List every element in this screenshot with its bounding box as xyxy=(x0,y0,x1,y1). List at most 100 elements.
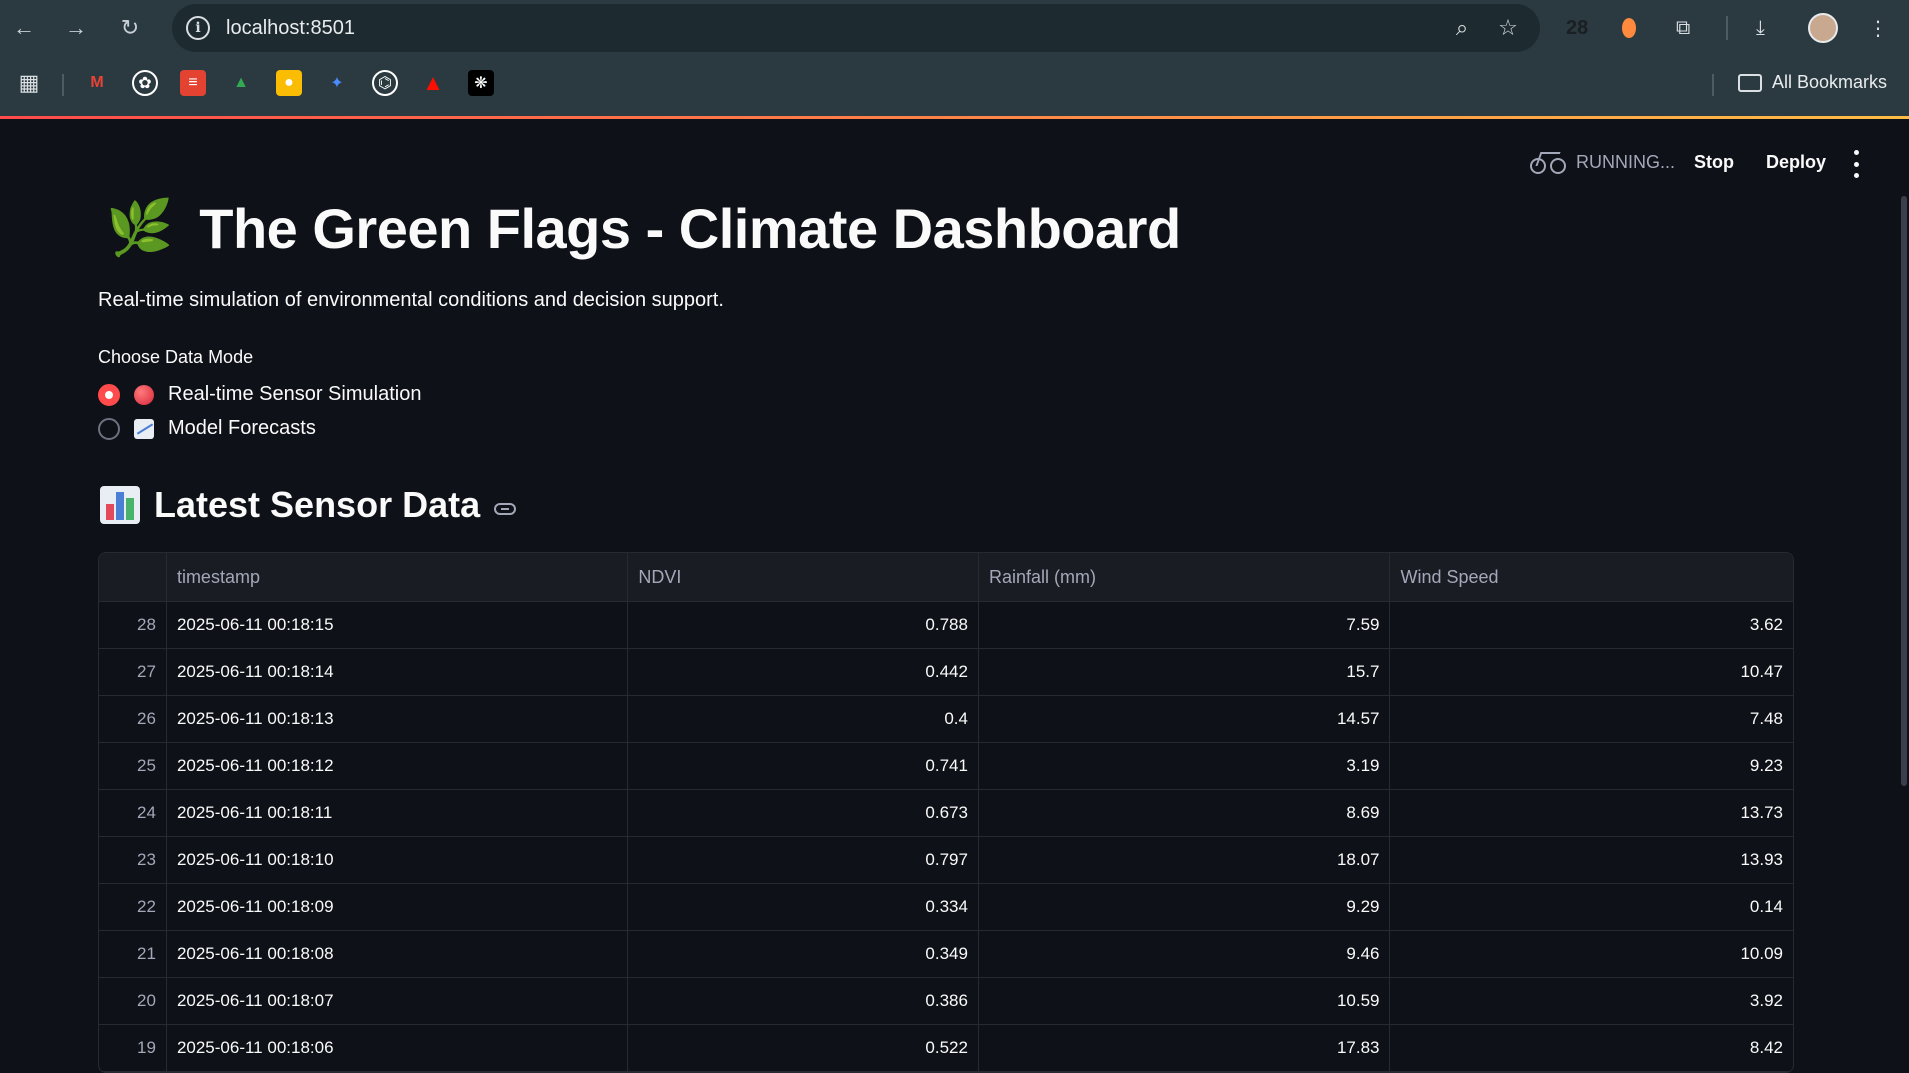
main-menu-icon[interactable] xyxy=(1852,150,1860,178)
row-index[interactable]: 21 xyxy=(99,931,167,977)
table-row[interactable]: 25 2025-06-11 00:18:12 0.741 3.19 9.23 xyxy=(99,743,1793,790)
row-index[interactable]: 22 xyxy=(99,884,167,930)
row-index[interactable]: 24 xyxy=(99,790,167,836)
site-info-icon[interactable]: i xyxy=(186,16,210,40)
table-row[interactable]: 28 2025-06-11 00:18:15 0.788 7.59 3.62 xyxy=(99,602,1793,649)
address-url[interactable]: localhost:8501 xyxy=(226,17,355,40)
column-header-wind-speed[interactable]: Wind Speed xyxy=(1390,553,1793,601)
cell-wind-speed[interactable]: 0.14 xyxy=(1390,884,1793,930)
table-row[interactable]: 26 2025-06-11 00:18:13 0.4 14.57 7.48 xyxy=(99,696,1793,743)
table-row[interactable]: 27 2025-06-11 00:18:14 0.442 15.7 10.47 xyxy=(99,649,1793,696)
cell-wind-speed[interactable]: 8.42 xyxy=(1390,1025,1793,1071)
adobe-icon[interactable]: ▲ xyxy=(420,70,446,96)
cell-ndvi[interactable]: 0.349 xyxy=(628,931,979,977)
cell-ndvi[interactable]: 0.386 xyxy=(628,978,979,1024)
browser-menu-icon[interactable]: ⋮ xyxy=(1868,14,1888,42)
row-index[interactable]: 20 xyxy=(99,978,167,1024)
cell-wind-speed[interactable]: 13.73 xyxy=(1390,790,1793,836)
cell-ndvi[interactable]: 0.522 xyxy=(628,1025,979,1071)
row-index[interactable]: 28 xyxy=(99,602,167,648)
profile-avatar[interactable] xyxy=(1808,13,1838,43)
cell-ndvi[interactable]: 0.673 xyxy=(628,790,979,836)
cell-timestamp[interactable]: 2025-06-11 00:18:08 xyxy=(167,931,629,977)
cell-rainfall[interactable]: 15.7 xyxy=(979,649,1391,695)
cell-ndvi[interactable]: 0.788 xyxy=(628,602,979,648)
radio-button[interactable] xyxy=(98,417,120,440)
radio-button-selected[interactable] xyxy=(98,383,120,406)
cell-wind-speed[interactable]: 10.09 xyxy=(1390,931,1793,977)
cell-wind-speed[interactable]: 3.92 xyxy=(1390,978,1793,1024)
cell-ndvi[interactable]: 0.741 xyxy=(628,743,979,789)
table-row[interactable]: 23 2025-06-11 00:18:10 0.797 18.07 13.93 xyxy=(99,837,1793,884)
cell-rainfall[interactable]: 9.29 xyxy=(979,884,1391,930)
cell-ndvi[interactable]: 0.334 xyxy=(628,884,979,930)
cell-wind-speed[interactable]: 7.48 xyxy=(1390,696,1793,742)
cell-timestamp[interactable]: 2025-06-11 00:18:10 xyxy=(167,837,629,883)
extension-flame-icon[interactable] xyxy=(1622,14,1636,42)
table-row[interactable]: 20 2025-06-11 00:18:07 0.386 10.59 3.92 xyxy=(99,978,1793,1025)
radio-option-forecasts[interactable]: Model Forecasts xyxy=(98,417,316,440)
gemini-icon[interactable]: ✦ xyxy=(324,70,350,96)
google-drive-icon[interactable]: ▲ xyxy=(228,70,254,96)
cell-rainfall[interactable]: 10.59 xyxy=(979,978,1391,1024)
column-header-timestamp[interactable]: timestamp xyxy=(167,553,629,601)
cell-rainfall[interactable]: 14.57 xyxy=(979,696,1391,742)
download-icon[interactable]: ⤓ xyxy=(1756,14,1765,42)
cell-ndvi[interactable]: 0.797 xyxy=(628,837,979,883)
row-index[interactable]: 19 xyxy=(99,1025,167,1071)
column-header-ndvi[interactable]: NDVI xyxy=(628,553,979,601)
cell-timestamp[interactable]: 2025-06-11 00:18:12 xyxy=(167,743,629,789)
cell-rainfall[interactable]: 3.19 xyxy=(979,743,1391,789)
cell-ndvi[interactable]: 0.442 xyxy=(628,649,979,695)
table-row[interactable]: 24 2025-06-11 00:18:11 0.673 8.69 13.73 xyxy=(99,790,1793,837)
table-row[interactable]: 19 2025-06-11 00:18:06 0.522 17.83 8.42 xyxy=(99,1025,1793,1072)
column-header-index[interactable] xyxy=(99,553,167,601)
row-index[interactable]: 25 xyxy=(99,743,167,789)
anchor-link-icon[interactable] xyxy=(494,503,517,515)
deploy-button[interactable]: Deploy xyxy=(1766,152,1826,173)
extensions-puzzle-icon[interactable]: ⧉ xyxy=(1676,14,1690,42)
all-bookmarks[interactable]: All Bookmarks xyxy=(1737,72,1887,93)
cell-timestamp[interactable]: 2025-06-11 00:18:14 xyxy=(167,649,629,695)
cell-wind-speed[interactable]: 9.23 xyxy=(1390,743,1793,789)
cell-rainfall[interactable]: 18.07 xyxy=(979,837,1391,883)
row-index[interactable]: 27 xyxy=(99,649,167,695)
table-row[interactable]: 21 2025-06-11 00:18:08 0.349 9.46 10.09 xyxy=(99,931,1793,978)
cell-rainfall[interactable]: 17.83 xyxy=(979,1025,1391,1071)
chatgpt-icon[interactable]: ✿ xyxy=(132,70,158,96)
cell-wind-speed[interactable]: 13.93 xyxy=(1390,837,1793,883)
cell-timestamp[interactable]: 2025-06-11 00:18:06 xyxy=(167,1025,629,1071)
forward-arrow-icon[interactable]: → xyxy=(62,14,90,42)
todoist-icon[interactable]: ≡ xyxy=(180,70,206,96)
radio-option-realtime[interactable]: Real-time Sensor Simulation xyxy=(98,383,421,406)
cell-ndvi[interactable]: 0.4 xyxy=(628,696,979,742)
radio-option-label[interactable]: Real-time Sensor Simulation xyxy=(168,383,421,406)
cell-timestamp[interactable]: 2025-06-11 00:18:09 xyxy=(167,884,629,930)
back-arrow-icon[interactable]: ← xyxy=(10,14,38,42)
reload-icon[interactable]: ↻ xyxy=(116,14,144,42)
stop-button[interactable]: Stop xyxy=(1694,152,1734,173)
cell-rainfall[interactable]: 9.46 xyxy=(979,931,1391,977)
bookmark-star-icon[interactable]: ☆ xyxy=(1494,14,1522,42)
cell-timestamp[interactable]: 2025-06-11 00:18:15 xyxy=(167,602,629,648)
cell-rainfall[interactable]: 8.69 xyxy=(979,790,1391,836)
perplexity-icon[interactable]: ❋ xyxy=(468,70,494,96)
google-keep-icon[interactable]: ● xyxy=(276,70,302,96)
cell-wind-speed[interactable]: 3.62 xyxy=(1390,602,1793,648)
cell-timestamp[interactable]: 2025-06-11 00:18:07 xyxy=(167,978,629,1024)
github-icon[interactable]: ⌬ xyxy=(372,70,398,96)
apps-grid-icon[interactable]: ▦ xyxy=(16,70,42,96)
cell-timestamp[interactable]: 2025-06-11 00:18:11 xyxy=(167,790,629,836)
row-index[interactable]: 26 xyxy=(99,696,167,742)
radio-option-label[interactable]: Model Forecasts xyxy=(168,417,316,440)
sensor-data-table[interactable]: timestamp NDVI Rainfall (mm) Wind Speed … xyxy=(98,552,1794,1073)
row-index[interactable]: 23 xyxy=(99,837,167,883)
address-bar[interactable]: i localhost:8501 ⌕ ☆ xyxy=(172,4,1540,52)
page-scrollbar[interactable] xyxy=(1901,196,1907,786)
cell-rainfall[interactable]: 7.59 xyxy=(979,602,1391,648)
gmail-icon[interactable]: M xyxy=(84,70,110,96)
table-row[interactable]: 22 2025-06-11 00:18:09 0.334 9.29 0.14 xyxy=(99,884,1793,931)
cell-wind-speed[interactable]: 10.47 xyxy=(1390,649,1793,695)
zoom-icon[interactable]: ⌕ xyxy=(1448,14,1476,42)
extension-badge-count[interactable]: 28 xyxy=(1566,14,1588,42)
